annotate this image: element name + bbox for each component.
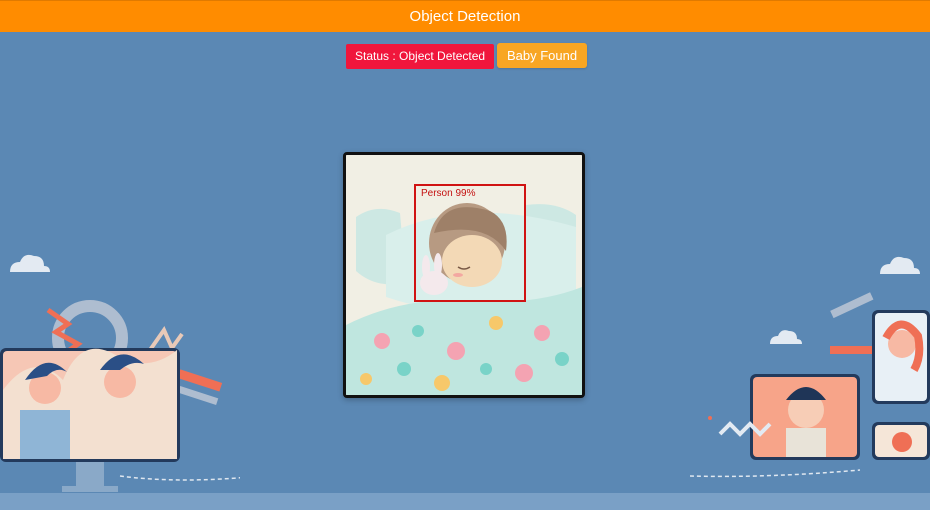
page-title: Object Detection — [409, 8, 521, 25]
right-illustration — [690, 256, 930, 478]
baby-found-button[interactable]: Baby Found — [497, 43, 588, 68]
detection-image-frame: Person 99% — [343, 152, 585, 398]
status-row: Status : Object Detected Baby Found — [0, 43, 930, 71]
detection-label: Person 99% — [421, 188, 476, 199]
status-badge: Status : Object Detected — [346, 44, 495, 69]
header-bar: Object Detection — [0, 0, 930, 32]
cloud-icon — [880, 256, 920, 274]
left-illustration — [0, 254, 240, 492]
cloud-icon — [10, 254, 50, 272]
detection-bounding-box: Person 99% — [414, 184, 526, 302]
floor-strip — [0, 493, 930, 510]
